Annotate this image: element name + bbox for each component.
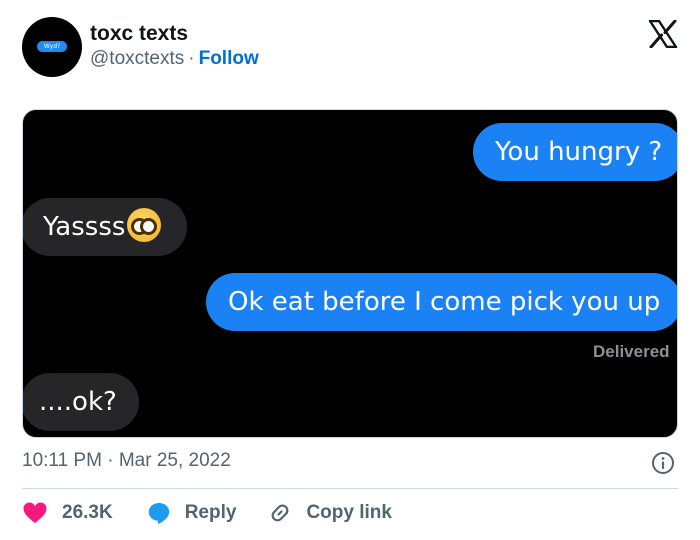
divider bbox=[22, 488, 678, 489]
timestamp[interactable]: 10:11 PM · Mar 25, 2022 bbox=[22, 450, 231, 472]
tweet-embed: Wyd? toxc texts @toxctexts · Follow You hu… bbox=[0, 0, 700, 540]
post-date: Mar 25, 2022 bbox=[118, 450, 231, 471]
outgoing-message: Ok eat before I come pick you up bbox=[206, 273, 677, 331]
action-bar: 26.3K Reply Copy link bbox=[22, 500, 392, 526]
like-button[interactable]: 26.3K bbox=[22, 501, 113, 525]
post-time: 10:11 PM bbox=[22, 450, 102, 471]
link-icon bbox=[272, 504, 289, 522]
account-handle[interactable]: @toxctexts bbox=[90, 48, 184, 69]
incoming-message-text: Yassss bbox=[43, 212, 126, 242]
heart-icon bbox=[23, 502, 47, 523]
reply-bubble-icon bbox=[148, 503, 169, 524]
avatar-badge: Wyd? bbox=[37, 41, 67, 52]
like-count: 26.3K bbox=[62, 502, 113, 523]
follow-button[interactable]: Follow bbox=[199, 48, 259, 69]
reply-button[interactable]: Reply bbox=[147, 501, 237, 525]
x-logo-icon[interactable] bbox=[648, 20, 678, 48]
delivery-status: Delivered bbox=[593, 342, 670, 361]
account-name[interactable]: toxc texts bbox=[90, 22, 188, 46]
pleading-face-emoji-icon bbox=[127, 208, 162, 242]
separator-dot: · bbox=[107, 450, 114, 471]
incoming-message: Yassss bbox=[23, 198, 188, 256]
copy-link-label: Copy link bbox=[306, 502, 392, 523]
incoming-message: ....ok? bbox=[23, 373, 139, 431]
reply-label: Reply bbox=[184, 502, 237, 523]
handle-row: @toxctexts · Follow bbox=[90, 48, 259, 70]
info-icon[interactable] bbox=[651, 451, 675, 475]
separator-dot: · bbox=[188, 48, 195, 69]
avatar[interactable]: Wyd? bbox=[22, 17, 82, 77]
copy-link-button[interactable]: Copy link bbox=[268, 501, 392, 525]
screenshot-media[interactable]: You hungry ? Yassss Ok eat before I come… bbox=[22, 109, 678, 438]
outgoing-message: You hungry ? bbox=[473, 123, 677, 181]
